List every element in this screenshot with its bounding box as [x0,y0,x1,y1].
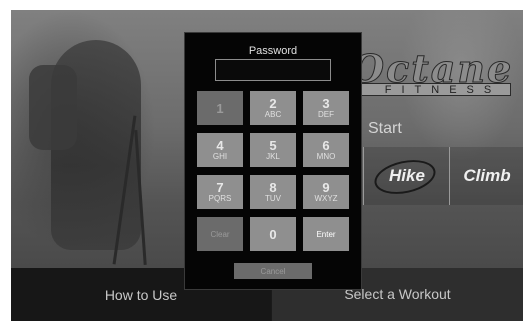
keypad-key-7[interactable]: 7 PQRS [197,175,243,209]
backpack-figure [29,65,77,150]
key-letters: MNO [316,151,336,161]
key-number: 7 [216,179,224,195]
key-letters: GHI [212,151,228,161]
keypad-key-9[interactable]: 9 WXYZ [303,175,349,209]
key-letters: ABC [264,109,282,119]
workout-tile-hike[interactable]: Hike [363,147,450,205]
key-number: 1 [216,100,224,116]
keypad-clear-button[interactable]: Clear [197,217,243,251]
password-input[interactable] [215,59,331,81]
key-letters: DEF [318,109,334,119]
workout-tile-label: Climb [463,166,511,185]
workout-tile-climb[interactable]: Climb [449,147,523,205]
key-number: 4 [216,137,224,153]
keypad-key-8[interactable]: 8 TUV [250,175,296,209]
key-number: 9 [322,179,330,195]
key-number: 0 [269,226,277,242]
key-number: 6 [322,137,330,153]
key-label: Enter [316,229,336,239]
key-letters: WXYZ [314,193,338,203]
dialog-title: Password [248,45,298,57]
keypad-key-3[interactable]: 3 DEF [303,91,349,125]
key-letters: TUV [265,193,281,203]
key-number: 8 [269,179,277,195]
key-letters: JKL [266,151,280,161]
keypad-key-1[interactable]: 1 [197,91,243,125]
password-dialog: Password 1 2 ABC 3 DEF 4 GHI 5 JKL 6 MNO… [184,32,362,290]
key-letters: PQRS [208,193,232,203]
keypad-key-6[interactable]: 6 MNO [303,133,349,167]
key-label: Clear [210,229,230,239]
key-number: 5 [269,137,277,153]
keypad-key-4[interactable]: 4 GHI [197,133,243,167]
workout-tile-label: Hike [389,166,425,185]
brand-logo: Octane FITNESS [350,46,523,96]
keypad-key-0[interactable]: 0 [250,217,296,251]
key-number: 3 [322,95,330,111]
start-label: Start [368,120,402,137]
key-number: 2 [269,95,277,111]
cancel-button[interactable]: Cancel [234,263,312,279]
keypad-enter-button[interactable]: Enter [303,217,349,251]
keypad-key-2[interactable]: 2 ABC [250,91,296,125]
keypad-key-5[interactable]: 5 JKL [250,133,296,167]
brand-logo-sub: FITNESS [351,83,511,96]
